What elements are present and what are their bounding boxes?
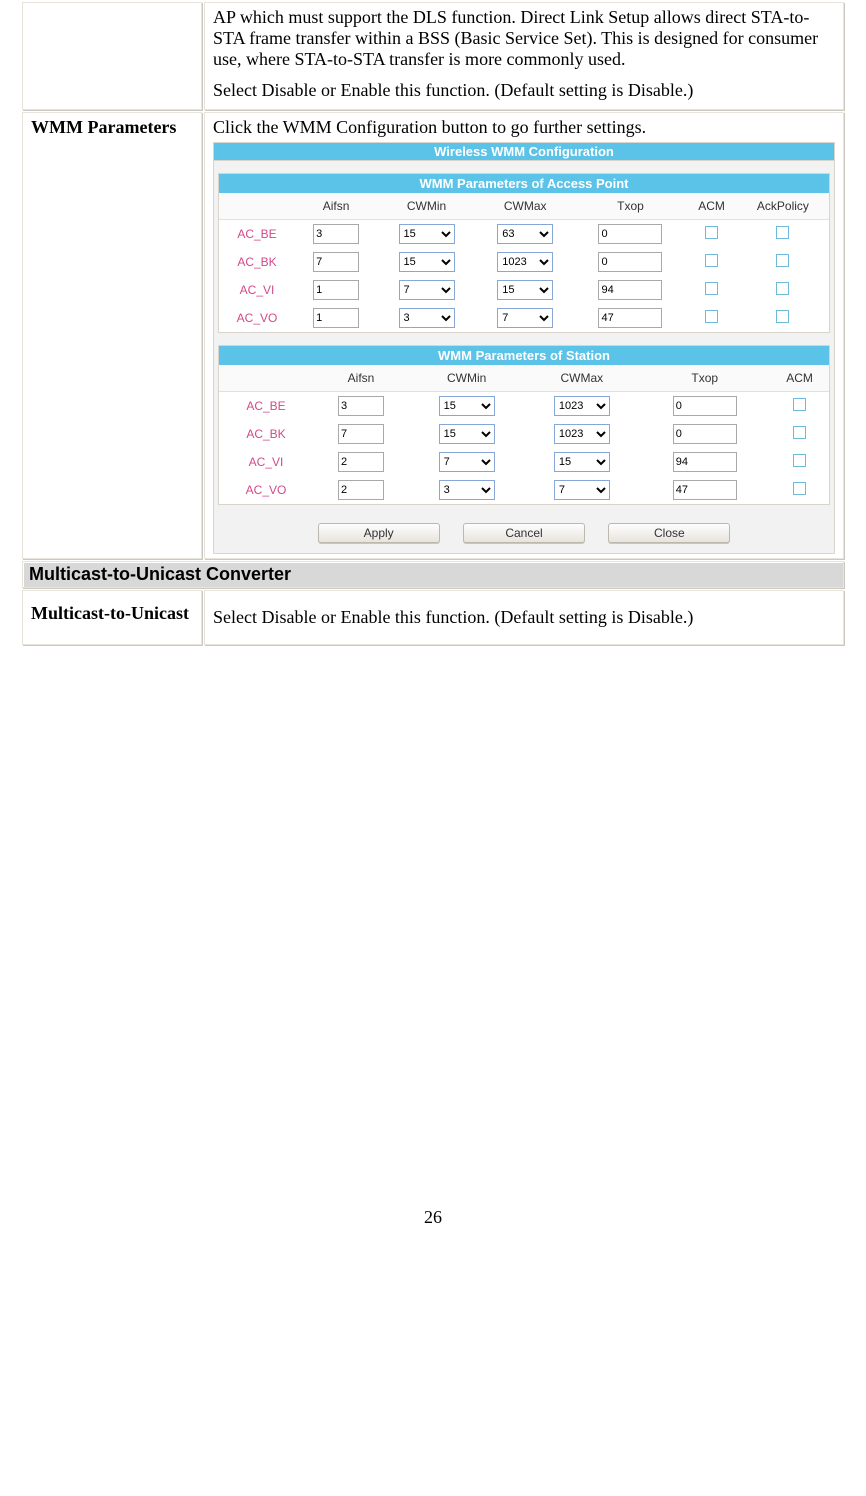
wmm-sta-table: Aifsn CWMin CWMax Txop ACM AC_BE 15 1023 bbox=[219, 365, 829, 504]
sta-h3: CWMax bbox=[524, 365, 639, 392]
ap-row-vo: AC_VO 3 7 bbox=[219, 304, 829, 332]
cancel-button[interactable]: Cancel bbox=[463, 523, 585, 543]
sta-be-cwmin[interactable]: 15 bbox=[439, 396, 495, 416]
dls-desc-1: AP which must support the DLS function. … bbox=[213, 7, 835, 70]
ap-h0 bbox=[219, 193, 295, 220]
dls-desc-cell: AP which must support the DLS function. … bbox=[204, 2, 844, 110]
dls-desc-2: Select Disable or Enable this function. … bbox=[213, 80, 835, 101]
ap-vi-cwmax[interactable]: 15 bbox=[497, 280, 553, 300]
sta-bk-cwmax[interactable]: 1023 bbox=[554, 424, 610, 444]
ap-vo-label: AC_VO bbox=[219, 304, 295, 332]
mc-desc-cell: Select Disable or Enable this function. … bbox=[204, 590, 844, 645]
sta-vo-cwmin[interactable]: 3 bbox=[439, 480, 495, 500]
sta-be-txop[interactable] bbox=[673, 396, 737, 416]
ap-bk-cwmin[interactable]: 15 bbox=[399, 252, 455, 272]
ap-vi-label: AC_VI bbox=[219, 276, 295, 304]
wmm-ap-title: WMM Parameters of Access Point bbox=[219, 174, 829, 193]
ap-be-ack[interactable] bbox=[776, 226, 789, 239]
ap-be-txop[interactable] bbox=[598, 224, 662, 244]
sta-row-bk: AC_BK 15 1023 bbox=[219, 420, 829, 448]
wmm-sta-title: WMM Parameters of Station bbox=[219, 346, 829, 365]
ap-be-cwmax[interactable]: 63 bbox=[497, 224, 553, 244]
ap-h1: Aifsn bbox=[295, 193, 377, 220]
ap-h6: AckPolicy bbox=[737, 193, 829, 220]
sta-h2: CWMin bbox=[409, 365, 524, 392]
ap-bk-txop[interactable] bbox=[598, 252, 662, 272]
sta-be-aifsn[interactable] bbox=[338, 396, 384, 416]
ap-be-aifsn[interactable] bbox=[313, 224, 359, 244]
ap-h3: CWMax bbox=[476, 193, 575, 220]
ap-vi-txop[interactable] bbox=[598, 280, 662, 300]
ap-be-acm[interactable] bbox=[705, 226, 718, 239]
sta-row-be: AC_BE 15 1023 bbox=[219, 392, 829, 421]
page-number: 26 bbox=[0, 1207, 866, 1228]
sta-vo-txop[interactable] bbox=[673, 480, 737, 500]
ap-row-vi: AC_VI 7 15 bbox=[219, 276, 829, 304]
mc-section-header: Multicast-to-Unicast Converter bbox=[22, 561, 844, 588]
ap-be-cwmin[interactable]: 15 bbox=[399, 224, 455, 244]
sta-vi-txop[interactable] bbox=[673, 452, 737, 472]
ap-vo-aifsn[interactable] bbox=[313, 308, 359, 328]
sta-bk-acm[interactable] bbox=[793, 426, 806, 439]
sta-bk-txop[interactable] bbox=[673, 424, 737, 444]
ap-h5: ACM bbox=[686, 193, 736, 220]
sta-bk-cwmin[interactable]: 15 bbox=[439, 424, 495, 444]
sta-bk-label: AC_BK bbox=[219, 420, 313, 448]
settings-table: AP which must support the DLS function. … bbox=[20, 0, 846, 647]
sta-vi-aifsn[interactable] bbox=[338, 452, 384, 472]
ap-bk-cwmax[interactable]: 1023 bbox=[497, 252, 553, 272]
wmm-ap-subpanel: WMM Parameters of Access Point Aifsn CWM… bbox=[218, 173, 830, 333]
close-button[interactable]: Close bbox=[608, 523, 730, 543]
ap-vi-cwmin[interactable]: 7 bbox=[399, 280, 455, 300]
ap-vi-aifsn[interactable] bbox=[313, 280, 359, 300]
sta-h5: ACM bbox=[770, 365, 829, 392]
ap-bk-aifsn[interactable] bbox=[313, 252, 359, 272]
sta-be-label: AC_BE bbox=[219, 392, 313, 421]
sta-h4: Txop bbox=[639, 365, 770, 392]
wmm-panel-title: Wireless WMM Configuration bbox=[214, 143, 834, 161]
ap-vi-acm[interactable] bbox=[705, 282, 718, 295]
sta-vi-label: AC_VI bbox=[219, 448, 313, 476]
wmm-sta-subpanel: WMM Parameters of Station Aifsn CWMin CW… bbox=[218, 345, 830, 505]
ap-vi-ack[interactable] bbox=[776, 282, 789, 295]
wmm-intro: Click the WMM Configuration button to go… bbox=[213, 117, 835, 138]
sta-vo-cwmax[interactable]: 7 bbox=[554, 480, 610, 500]
ap-h4: Txop bbox=[575, 193, 687, 220]
sta-vi-acm[interactable] bbox=[793, 454, 806, 467]
sta-h1: Aifsn bbox=[313, 365, 409, 392]
ap-vo-txop[interactable] bbox=[598, 308, 662, 328]
wmm-ap-table: Aifsn CWMin CWMax Txop ACM AckPolicy AC_… bbox=[219, 193, 829, 332]
ap-vo-cwmax[interactable]: 7 bbox=[497, 308, 553, 328]
apply-button[interactable]: Apply bbox=[318, 523, 440, 543]
dls-label-cell bbox=[22, 2, 202, 110]
wmm-label-cell: WMM Parameters bbox=[22, 112, 202, 559]
ap-bk-label: AC_BK bbox=[219, 248, 295, 276]
sta-vo-acm[interactable] bbox=[793, 482, 806, 495]
wmm-button-row: Apply Cancel Close bbox=[214, 517, 834, 553]
sta-row-vi: AC_VI 7 15 bbox=[219, 448, 829, 476]
ap-vo-ack[interactable] bbox=[776, 310, 789, 323]
sta-be-acm[interactable] bbox=[793, 398, 806, 411]
sta-h0 bbox=[219, 365, 313, 392]
wmm-config-panel: Wireless WMM Configuration WMM Parameter… bbox=[213, 142, 835, 554]
ap-bk-ack[interactable] bbox=[776, 254, 789, 267]
sta-vi-cwmin[interactable]: 7 bbox=[439, 452, 495, 472]
wmm-desc-cell: Click the WMM Configuration button to go… bbox=[204, 112, 844, 559]
ap-h2: CWMin bbox=[377, 193, 476, 220]
ap-row-bk: AC_BK 15 1023 bbox=[219, 248, 829, 276]
sta-row-vo: AC_VO 3 7 bbox=[219, 476, 829, 504]
ap-vo-cwmin[interactable]: 3 bbox=[399, 308, 455, 328]
sta-vo-aifsn[interactable] bbox=[338, 480, 384, 500]
ap-bk-acm[interactable] bbox=[705, 254, 718, 267]
ap-row-be: AC_BE 15 63 bbox=[219, 220, 829, 249]
mc-label-cell: Multicast-to-Unicast bbox=[22, 590, 202, 645]
sta-vo-label: AC_VO bbox=[219, 476, 313, 504]
sta-be-cwmax[interactable]: 1023 bbox=[554, 396, 610, 416]
ap-vo-acm[interactable] bbox=[705, 310, 718, 323]
ap-be-label: AC_BE bbox=[219, 220, 295, 249]
sta-vi-cwmax[interactable]: 15 bbox=[554, 452, 610, 472]
sta-bk-aifsn[interactable] bbox=[338, 424, 384, 444]
